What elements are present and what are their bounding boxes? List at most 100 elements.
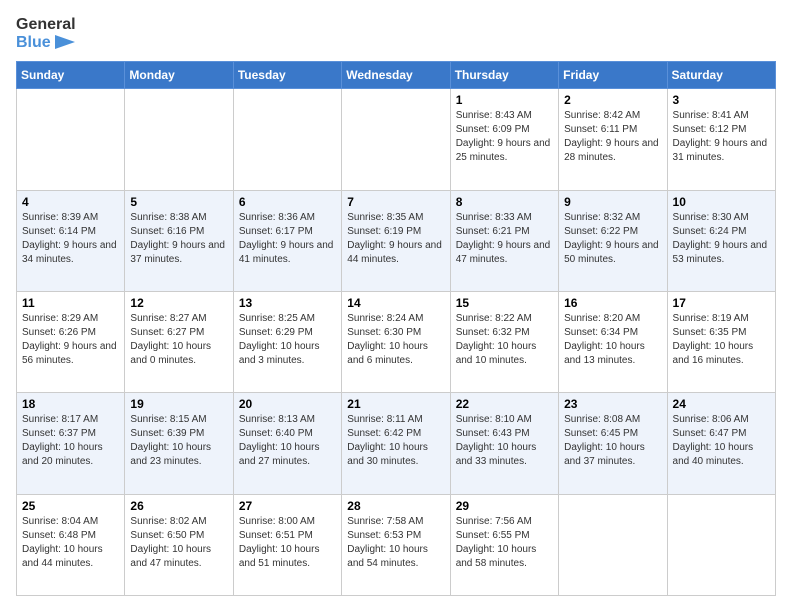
day-of-week-header: Sunday [17,62,125,89]
calendar-day-cell: 5 Sunrise: 8:38 AM Sunset: 6:16 PM Daylig… [125,190,233,291]
day-number: 14 [347,296,444,310]
calendar-day-cell: 7 Sunrise: 8:35 AM Sunset: 6:19 PM Daylig… [342,190,450,291]
calendar-table: SundayMondayTuesdayWednesdayThursdayFrid… [16,61,776,596]
day-info: Sunrise: 8:27 AM Sunset: 6:27 PM Dayligh… [130,312,227,368]
calendar-day-cell: 19Sunrise: 8:15 AM Sunset: 6:39 PM Dayli… [125,393,233,494]
day-number: 11 [22,296,119,310]
day-info: Sunrise: 8:42 AM Sunset: 6:11 PM Dayligh… [564,109,661,165]
day-number: 25 [22,499,119,513]
day-of-week-header: Saturday [667,62,775,89]
calendar-day-cell: 22 Sunrise: 8:10 AM Sunset: 6:43 PM Dayli… [450,393,558,494]
day-number: 23 [564,397,661,411]
day-number: 7 [347,195,444,209]
day-number: 8 [456,195,553,209]
day-number: 27 [239,499,336,513]
day-info: Sunrise: 8:33 AM Sunset: 6:21 PM Dayligh… [456,211,553,267]
day-number: 2 [564,93,661,107]
calendar-day-cell: 29 Sunrise: 7:56 AM Sunset: 6:55 PM Dayli… [450,494,558,595]
day-info: Sunrise: 8:41 AM Sunset: 6:12 PM Dayligh… [673,109,770,165]
day-number: 17 [673,296,770,310]
day-info: Sunrise: 8:15 AM Sunset: 6:39 PM Dayligh… [130,413,227,469]
day-number: 3 [673,93,770,107]
day-number: 18 [22,397,119,411]
calendar-header-row: SundayMondayTuesdayWednesdayThursdayFrid… [17,62,776,89]
day-of-week-header: Tuesday [233,62,341,89]
day-number: 24 [673,397,770,411]
calendar-day-cell [125,89,233,190]
calendar-day-cell [667,494,775,595]
day-info: Sunrise: 8:35 AM Sunset: 6:19 PM Dayligh… [347,211,444,267]
page: General Blue SundayMondayTuesdayWednesda… [0,0,792,612]
calendar-day-cell: 4Sunrise: 8:39 AM Sunset: 6:14 PM Daylig… [17,190,125,291]
day-info: Sunrise: 8:20 AM Sunset: 6:34 PM Dayligh… [564,312,661,368]
day-info: Sunrise: 7:58 AM Sunset: 6:53 PM Dayligh… [347,515,444,571]
day-info: Sunrise: 8:00 AM Sunset: 6:51 PM Dayligh… [239,515,336,571]
day-number: 15 [456,296,553,310]
calendar-day-cell: 15 Sunrise: 8:22 AM Sunset: 6:32 PM Dayli… [450,291,558,392]
calendar-day-cell [233,89,341,190]
calendar-day-cell: 25 Sunrise: 8:04 AM Sunset: 6:48 PM Dayli… [17,494,125,595]
calendar-day-cell [17,89,125,190]
calendar-day-cell: 24Sunrise: 8:06 AM Sunset: 6:47 PM Dayli… [667,393,775,494]
calendar-day-cell: 9 Sunrise: 8:32 AM Sunset: 6:22 PM Daylig… [559,190,667,291]
day-of-week-header: Thursday [450,62,558,89]
day-number: 22 [456,397,553,411]
calendar-week-row: 4Sunrise: 8:39 AM Sunset: 6:14 PM Daylig… [17,190,776,291]
calendar-week-row: 25 Sunrise: 8:04 AM Sunset: 6:48 PM Dayli… [17,494,776,595]
day-number: 20 [239,397,336,411]
day-number: 28 [347,499,444,513]
calendar-day-cell [559,494,667,595]
day-info: Sunrise: 8:36 AM Sunset: 6:17 PM Dayligh… [239,211,336,267]
calendar-day-cell: 20Sunrise: 8:13 AM Sunset: 6:40 PM Dayli… [233,393,341,494]
day-info: Sunrise: 8:38 AM Sunset: 6:16 PM Dayligh… [130,211,227,267]
calendar-week-row: 18Sunrise: 8:17 AM Sunset: 6:37 PM Dayli… [17,393,776,494]
day-info: Sunrise: 8:19 AM Sunset: 6:35 PM Dayligh… [673,312,770,368]
calendar-day-cell: 21 Sunrise: 8:11 AM Sunset: 6:42 PM Dayli… [342,393,450,494]
blue-arrow-icon [55,35,75,49]
calendar-day-cell: 12 Sunrise: 8:27 AM Sunset: 6:27 PM Dayli… [125,291,233,392]
day-number: 13 [239,296,336,310]
calendar-day-cell: 13Sunrise: 8:25 AM Sunset: 6:29 PM Dayli… [233,291,341,392]
calendar-day-cell: 10Sunrise: 8:30 AM Sunset: 6:24 PM Dayli… [667,190,775,291]
calendar-day-cell: 28 Sunrise: 7:58 AM Sunset: 6:53 PM Dayli… [342,494,450,595]
calendar-week-row: 1 Sunrise: 8:43 AM Sunset: 6:09 PM Daylig… [17,89,776,190]
day-info: Sunrise: 8:02 AM Sunset: 6:50 PM Dayligh… [130,515,227,571]
calendar-day-cell: 17 Sunrise: 8:19 AM Sunset: 6:35 PM Dayli… [667,291,775,392]
logo: General Blue [16,16,76,51]
day-number: 21 [347,397,444,411]
calendar-day-cell: 14 Sunrise: 8:24 AM Sunset: 6:30 PM Dayli… [342,291,450,392]
day-number: 5 [130,195,227,209]
calendar-day-cell: 16 Sunrise: 8:20 AM Sunset: 6:34 PM Dayli… [559,291,667,392]
day-info: Sunrise: 8:43 AM Sunset: 6:09 PM Dayligh… [456,109,553,165]
calendar-day-cell: 8 Sunrise: 8:33 AM Sunset: 6:21 PM Daylig… [450,190,558,291]
day-info: Sunrise: 7:56 AM Sunset: 6:55 PM Dayligh… [456,515,553,571]
day-number: 10 [673,195,770,209]
day-number: 16 [564,296,661,310]
calendar-day-cell: 6 Sunrise: 8:36 AM Sunset: 6:17 PM Daylig… [233,190,341,291]
day-info: Sunrise: 8:32 AM Sunset: 6:22 PM Dayligh… [564,211,661,267]
day-number: 1 [456,93,553,107]
calendar-day-cell: 26 Sunrise: 8:02 AM Sunset: 6:50 PM Dayli… [125,494,233,595]
calendar-day-cell: 1 Sunrise: 8:43 AM Sunset: 6:09 PM Daylig… [450,89,558,190]
day-info: Sunrise: 8:11 AM Sunset: 6:42 PM Dayligh… [347,413,444,469]
day-of-week-header: Wednesday [342,62,450,89]
calendar-day-cell: 3 Sunrise: 8:41 AM Sunset: 6:12 PM Daylig… [667,89,775,190]
day-info: Sunrise: 8:04 AM Sunset: 6:48 PM Dayligh… [22,515,119,571]
day-number: 12 [130,296,227,310]
day-number: 26 [130,499,227,513]
day-number: 29 [456,499,553,513]
day-number: 9 [564,195,661,209]
day-number: 6 [239,195,336,209]
day-info: Sunrise: 8:24 AM Sunset: 6:30 PM Dayligh… [347,312,444,368]
day-of-week-header: Friday [559,62,667,89]
calendar-day-cell: 23Sunrise: 8:08 AM Sunset: 6:45 PM Dayli… [559,393,667,494]
calendar-day-cell: 27 Sunrise: 8:00 AM Sunset: 6:51 PM Dayli… [233,494,341,595]
calendar-week-row: 11 Sunrise: 8:29 AM Sunset: 6:26 PM Dayli… [17,291,776,392]
day-info: Sunrise: 8:29 AM Sunset: 6:26 PM Dayligh… [22,312,119,368]
day-info: Sunrise: 8:22 AM Sunset: 6:32 PM Dayligh… [456,312,553,368]
calendar-day-cell: 18Sunrise: 8:17 AM Sunset: 6:37 PM Dayli… [17,393,125,494]
calendar-day-cell: 2 Sunrise: 8:42 AM Sunset: 6:11 PM Daylig… [559,89,667,190]
day-info: Sunrise: 8:10 AM Sunset: 6:43 PM Dayligh… [456,413,553,469]
calendar-day-cell [342,89,450,190]
day-of-week-header: Monday [125,62,233,89]
